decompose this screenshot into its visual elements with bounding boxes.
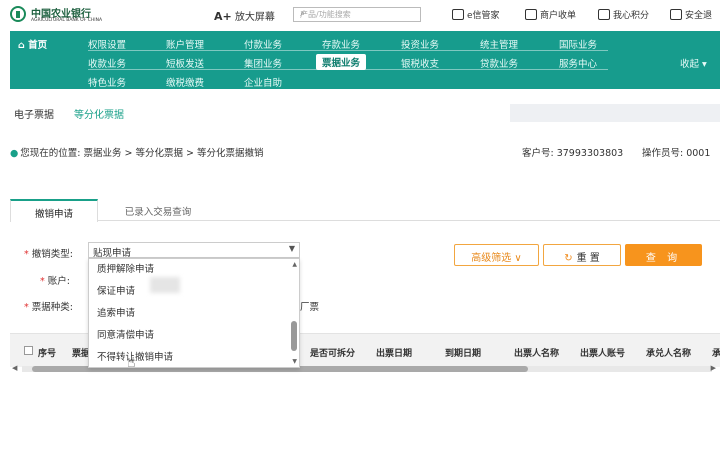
scroll-down-icon[interactable]: ▼ <box>292 358 297 365</box>
top-bar: 中国农业银行 AGRICULTURAL BANK OF CHINA A+ 放大屏… <box>0 0 720 30</box>
dropdown-option[interactable]: 质押解除申请 <box>97 261 154 275</box>
zoom-label: 放大屏幕 <box>234 12 275 23</box>
subnav-blank-bar <box>510 104 720 122</box>
breadcrumb: ● 您现在的位置: 票据业务 > 等分化票据 > 等分化票据撤销 <box>10 148 264 159</box>
bank-logo[interactable]: 中国农业银行 AGRICULTURAL BANK OF CHINA <box>10 4 120 26</box>
nav-tax[interactable]: 银税收支 <box>401 56 439 70</box>
hand-cursor-icon: ☝ <box>127 355 136 371</box>
e-manager-link[interactable]: e信管家 <box>452 8 500 21</box>
nav-unified[interactable]: 统主管理 <box>480 37 518 51</box>
e-manager-icon <box>452 9 464 20</box>
logout-icon <box>670 9 682 20</box>
merchant-icon <box>525 9 537 20</box>
tab-revoke-apply[interactable]: 撤销申请 <box>10 199 98 222</box>
query-button[interactable]: 查 询 <box>625 244 702 266</box>
nav-divider <box>88 50 608 51</box>
dropdown-option[interactable]: 追索申请 <box>97 305 135 319</box>
nav-service[interactable]: 服务中心 <box>559 56 597 70</box>
nav-home[interactable]: ⌂ 首页 <box>18 37 47 51</box>
bank-name-en: AGRICULTURAL BANK OF CHINA <box>31 18 103 23</box>
nav-loan[interactable]: 贷款业务 <box>480 56 518 70</box>
nav-permission[interactable]: 权限设置 <box>88 37 126 51</box>
points-link[interactable]: 我心积分 <box>598 8 649 21</box>
col-index: 序号 <box>38 349 57 359</box>
dropdown-option[interactable]: 同意清偿申请 <box>97 327 154 341</box>
scroll-left-icon[interactable]: ◀ <box>12 364 17 372</box>
operator-number: 操作员号: 0001 <box>642 148 711 159</box>
revoke-type-value: 贴现申请 <box>93 248 132 259</box>
nav-divider <box>88 69 608 70</box>
col-acceptor-name: 承兑人名称 <box>646 349 692 359</box>
nav-international[interactable]: 国际业务 <box>559 37 597 51</box>
tab-bar: 撤销申请 已录入交易查询 <box>10 199 720 222</box>
col-drawer-account: 出票人账号 <box>580 349 626 359</box>
merchant-link[interactable]: 商户收单 <box>525 8 576 21</box>
dropdown-option[interactable]: 保证申请 <box>97 283 135 297</box>
tab-entered-query[interactable]: 已录入交易查询 <box>110 199 206 221</box>
reset-icon: ↻ <box>564 253 573 264</box>
col-more: 承 <box>712 349 720 359</box>
nav-deposit[interactable]: 存款业务 <box>322 37 360 51</box>
nav-receipt[interactable]: 收款业务 <box>88 56 126 70</box>
location-pin-icon: ● <box>10 148 19 159</box>
nav-payment[interactable]: 付款业务 <box>244 37 282 51</box>
col-due-date: 到期日期 <box>445 349 482 359</box>
nav-bill-business[interactable]: 票据业务 <box>316 54 367 70</box>
main-nav: ⌂ 首页 权限设置 账户管理 付款业务 存款业务 投资业务 统主管理 国际业务 … <box>10 31 720 89</box>
zoom-icon: A+ <box>214 10 232 23</box>
nav-account-mgmt[interactable]: 账户管理 <box>166 37 204 51</box>
reset-button[interactable]: ↻ 重 置 <box>543 244 621 266</box>
nav-special[interactable]: 特色业务 <box>88 75 126 89</box>
scroll-right-icon[interactable]: ▶ <box>711 364 716 372</box>
revoke-type-dropdown[interactable]: 质押解除申请 保证申请 追索申请 同意清偿申请 不得转让撤销申请 ▲ ▼ <box>88 258 300 368</box>
subnav-e-bill[interactable]: 电子票据 <box>14 106 54 121</box>
revoke-type-select[interactable]: 贴现申请 ▼ <box>88 242 300 259</box>
nav-group[interactable]: 集团业务 <box>244 56 282 70</box>
advanced-filter-button[interactable]: 高级筛选 ∨ <box>454 244 539 266</box>
nav-self-service[interactable]: 企业自助 <box>244 75 282 89</box>
logout-link[interactable]: 安全退 <box>670 8 712 21</box>
nav-tax-fee[interactable]: 缴税缴费 <box>166 75 204 89</box>
subnav-split-bill[interactable]: 等分化票据 <box>74 106 124 121</box>
nav-sms[interactable]: 短板发送 <box>166 56 204 70</box>
nav-collapse[interactable]: 收起 ▾ <box>680 56 707 70</box>
blurred-region <box>150 277 180 293</box>
col-splittable: 是否可拆分 <box>310 349 356 359</box>
scroll-up-icon[interactable]: ▲ <box>292 261 297 268</box>
chevron-down-icon[interactable]: ▼ <box>289 244 295 253</box>
points-icon <box>598 9 610 20</box>
account-label: * 账户: <box>40 276 70 287</box>
bill-type-value: 厂票 <box>300 302 320 313</box>
revoke-type-label: * 撤销类型: <box>24 249 73 260</box>
bank-logo-icon <box>10 6 26 22</box>
search-icon[interactable]: ⌕ <box>300 9 416 19</box>
dropdown-scroll-thumb[interactable] <box>291 321 297 351</box>
select-all-checkbox[interactable] <box>24 346 33 355</box>
nav-investment[interactable]: 投资业务 <box>401 37 439 51</box>
search-input[interactable]: 产品/功能搜索 ⌕ <box>293 7 421 22</box>
col-drawer-name: 出票人名称 <box>514 349 560 359</box>
zoom-button[interactable]: A+ 放大屏幕 <box>214 8 275 23</box>
sub-nav: 电子票据 等分化票据 <box>0 100 720 126</box>
customer-number: 客户号: 37993303803 <box>522 148 624 159</box>
col-issue-date: 出票日期 <box>376 349 413 359</box>
bill-type-label: * 票据种类: <box>24 302 73 313</box>
